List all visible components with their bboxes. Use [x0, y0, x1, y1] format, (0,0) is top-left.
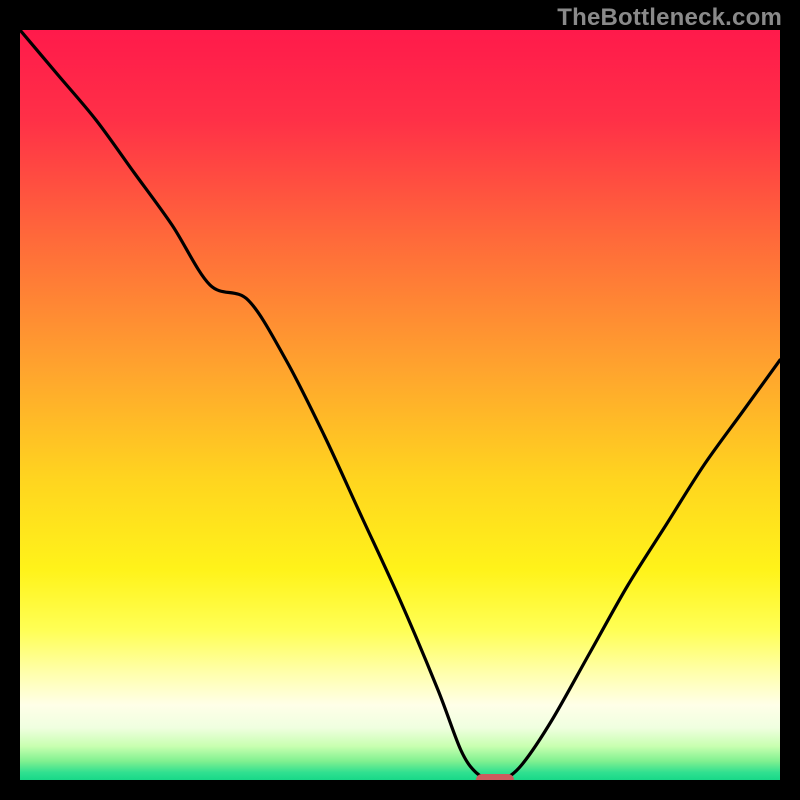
watermark-text: TheBottleneck.com [557, 4, 782, 32]
optimal-marker [476, 774, 514, 780]
bottleneck-curve [20, 30, 780, 780]
chart-frame: TheBottleneck.com [0, 0, 800, 800]
plot-area [20, 30, 780, 780]
